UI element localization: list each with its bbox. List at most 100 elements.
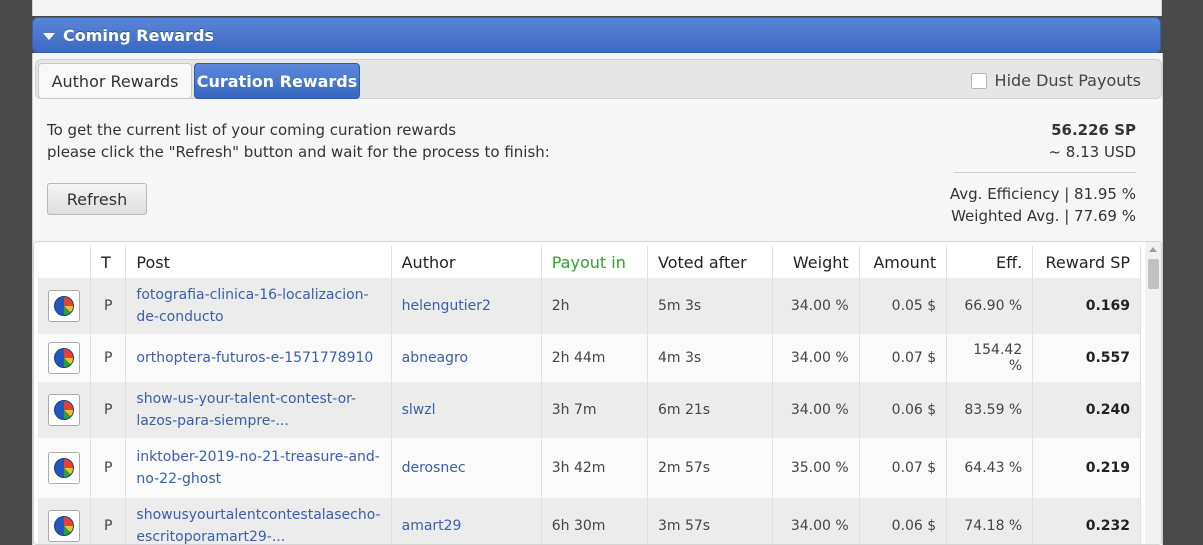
author-link[interactable]: helengutier2: [402, 298, 491, 314]
weight-cell: 34.00 %: [772, 382, 860, 438]
refresh-button[interactable]: Refresh: [47, 183, 147, 215]
weight-cell: 35.00 %: [772, 438, 860, 498]
reward-cell: 0.240: [1032, 382, 1141, 438]
col-reward-sp[interactable]: Reward SP: [1032, 246, 1141, 278]
post-cell: showusyourtalentcontestalasecho-escritop…: [125, 498, 392, 544]
table-row: P showusyourtalentcontestalasecho-escrit…: [38, 498, 1141, 544]
payout-cell: 2h: [541, 278, 648, 334]
type-cell: P: [90, 278, 127, 334]
col-weight[interactable]: Weight: [772, 246, 860, 278]
eff-cell: 64.43 %: [946, 438, 1034, 498]
reward-cell: 0.169: [1032, 278, 1141, 334]
eff-cell: 74.18 %: [946, 498, 1034, 544]
rewards-table-container: T Post Author Payout in Voted after Weig…: [33, 241, 1162, 545]
panel-title: Coming Rewards: [63, 25, 214, 45]
author-cell: abneagro: [391, 334, 542, 382]
table-header-row: T Post Author Payout in Voted after Weig…: [38, 246, 1141, 278]
weight-cell: 34.00 %: [772, 278, 860, 334]
payout-cell: 2h 44m: [541, 334, 648, 382]
chart-cell: [38, 278, 91, 334]
amount-cell: 0.06 $: [859, 382, 948, 438]
post-cell: fotografia-clinica-16-localizacion-de-co…: [125, 278, 392, 334]
col-voted-after[interactable]: Voted after: [647, 246, 773, 278]
amount-cell: 0.07 $: [859, 438, 948, 498]
reward-cell: 0.219: [1032, 438, 1141, 498]
voted-cell: 3m 57s: [647, 498, 773, 544]
eff-cell: 154.42 %: [946, 334, 1034, 382]
voted-cell: 4m 3s: [647, 334, 773, 382]
instructions: To get the current list of your coming c…: [47, 119, 550, 163]
pie-chart-icon: [54, 348, 74, 368]
rewards-panel: Author Rewards Curation Rewards Hide Dus…: [32, 53, 1163, 545]
post-link[interactable]: showusyourtalentcontestalasecho-escritop…: [136, 507, 380, 544]
hide-dust-label: Hide Dust Payouts: [994, 71, 1141, 90]
post-link[interactable]: fotografia-clinica-16-localizacion-de-co…: [136, 287, 368, 325]
author-cell: amart29: [391, 498, 542, 544]
pie-chart-icon: [54, 400, 74, 420]
payout-cell: 3h 42m: [541, 438, 648, 498]
chart-cell: [38, 382, 91, 438]
chart-cell: [38, 438, 91, 498]
voted-cell: 5m 3s: [647, 278, 773, 334]
col-post[interactable]: Post: [125, 246, 392, 278]
instructions-line-1: To get the current list of your coming c…: [47, 121, 457, 139]
hide-dust-checkbox[interactable]: [970, 72, 987, 89]
weight-cell: 34.00 %: [772, 334, 860, 382]
table-scrollbar[interactable]: [1145, 242, 1161, 544]
table-row: P fotografia-clinica-16-localizacion-de-…: [38, 278, 1141, 334]
author-link[interactable]: amart29: [402, 518, 462, 534]
avg-efficiency: Avg. Efficiency | 81.95 %: [949, 185, 1136, 203]
reward-cell: 0.232: [1032, 498, 1141, 544]
col-payout-in[interactable]: Payout in: [541, 246, 648, 278]
author-cell: derosnec: [391, 438, 542, 498]
pie-chart-icon: [54, 516, 74, 536]
author-cell: slwzl: [391, 382, 542, 438]
chart-cell: [38, 334, 91, 382]
voted-cell: 6m 21s: [647, 382, 773, 438]
post-link[interactable]: orthoptera-futuros-e-1571778910: [136, 350, 373, 366]
weight-cell: 34.00 %: [772, 498, 860, 544]
pie-chart-button[interactable]: [48, 342, 80, 374]
scroll-up-arrow-icon[interactable]: [1149, 247, 1157, 252]
pie-chart-button[interactable]: [48, 290, 80, 322]
post-cell: inktober-2019-no-21-treasure-and-no-22-g…: [125, 438, 392, 498]
amount-cell: 0.07 $: [859, 334, 948, 382]
coming-rewards-header[interactable]: Coming Rewards: [32, 17, 1161, 53]
post-cell: show-us-your-talent-contest-or-lazos-par…: [125, 382, 392, 438]
eff-cell: 83.59 %: [946, 382, 1034, 438]
col-amount[interactable]: Amount: [859, 246, 948, 278]
post-link[interactable]: inktober-2019-no-21-treasure-and-no-22-g…: [136, 449, 379, 487]
pie-chart-button[interactable]: [48, 510, 80, 542]
hide-dust-toggle[interactable]: Hide Dust Payouts: [970, 71, 1141, 90]
author-link[interactable]: slwzl: [402, 402, 436, 418]
col-eff[interactable]: Eff.: [946, 246, 1034, 278]
scroll-thumb[interactable]: [1148, 259, 1159, 289]
reward-cell: 0.557: [1032, 334, 1141, 382]
total-usd: ~ 8.13 USD: [1048, 143, 1136, 161]
pie-chart-icon: [54, 458, 74, 478]
amount-cell: 0.06 $: [859, 498, 948, 544]
tab-author-rewards[interactable]: Author Rewards: [38, 63, 192, 99]
pie-chart-button[interactable]: [48, 452, 80, 484]
tab-curation-rewards[interactable]: Curation Rewards: [194, 63, 360, 99]
pie-chart-button[interactable]: [48, 394, 80, 426]
author-link[interactable]: abneagro: [402, 350, 468, 366]
tabs-bar: Author Rewards Curation Rewards Hide Dus…: [35, 59, 1162, 99]
table-row: P show-us-your-talent-contest-or-lazos-p…: [38, 382, 1141, 438]
summary-divider: [954, 172, 1136, 173]
type-cell: P: [90, 498, 127, 544]
post-link[interactable]: show-us-your-talent-contest-or-lazos-par…: [136, 391, 356, 429]
pie-chart-icon: [54, 296, 74, 316]
author-cell: helengutier2: [391, 278, 542, 334]
top-strip: [32, 0, 1162, 16]
col-author[interactable]: Author: [391, 246, 542, 278]
table-row: P orthoptera-futuros-e-1571778910 abneag…: [38, 334, 1141, 382]
type-cell: P: [90, 334, 127, 382]
type-cell: P: [90, 382, 127, 438]
reward-summary: 56.226 SP ~ 8.13 USD Avg. Efficiency | 8…: [950, 119, 1136, 227]
author-link[interactable]: derosnec: [402, 460, 466, 476]
col-type[interactable]: T: [90, 246, 127, 278]
weighted-avg: Weighted Avg. | 77.69 %: [951, 207, 1136, 225]
eff-cell: 66.90 %: [946, 278, 1034, 334]
table-row: P inktober-2019-no-21-treasure-and-no-22…: [38, 438, 1141, 498]
